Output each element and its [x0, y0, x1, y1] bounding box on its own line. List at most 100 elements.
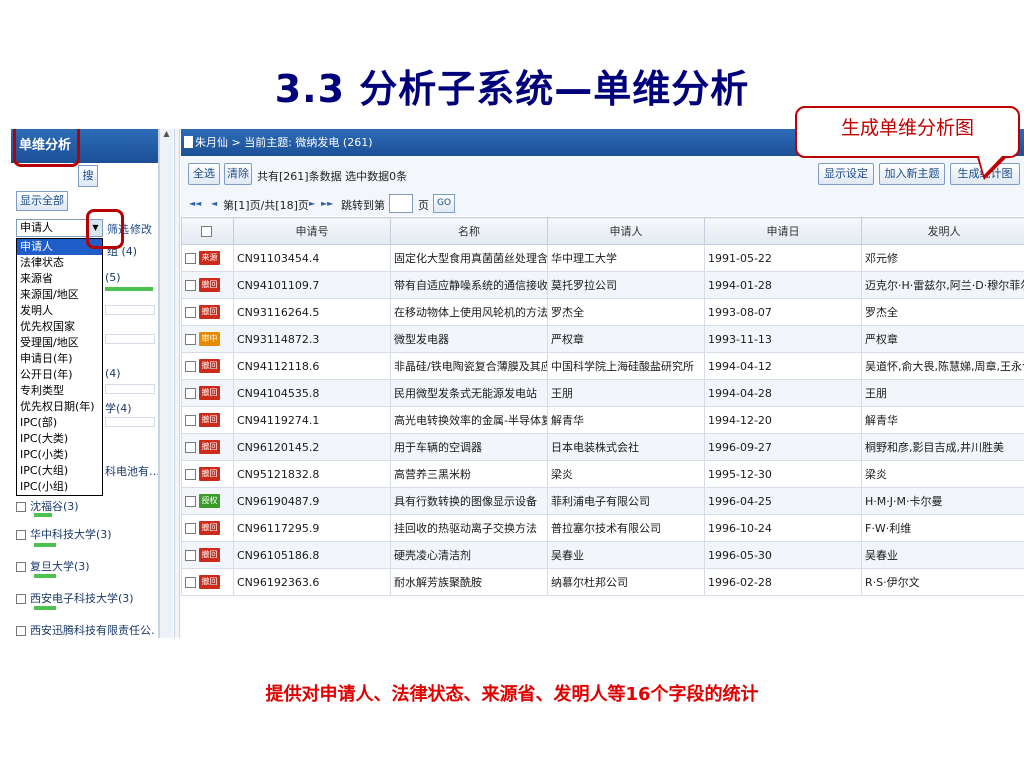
table-row[interactable]: 撤回CN94119274.1高光电转换效率的金属-半导体复合膜解青华1994-1…	[181, 406, 1024, 434]
pager: ◄◄ ◄ 第[1]页/共[18]页 ► ►► 跳转到第 页 GO	[181, 192, 1024, 216]
column-header[interactable]: 申请日	[704, 217, 862, 245]
title-cell: 非晶硅/铁电陶瓷复合薄膜及其应用	[390, 352, 548, 380]
dropdown-option[interactable]: 专利类型	[17, 383, 102, 399]
next-page-icon[interactable]: ►	[309, 199, 315, 208]
applicant-bar	[34, 513, 52, 517]
row-checkbox[interactable]	[185, 306, 196, 318]
row-checkbox[interactable]	[185, 333, 196, 345]
dropdown-option[interactable]: 法律状态	[17, 255, 102, 271]
checkbox[interactable]	[16, 530, 26, 540]
dropdown-option[interactable]: IPC(部)	[17, 415, 102, 431]
dropdown-option[interactable]: 优先权国家	[17, 319, 102, 335]
display-settings-button[interactable]: 显示设定	[818, 163, 874, 185]
dropdown-option[interactable]: IPC(小组)	[17, 479, 102, 495]
table-row[interactable]: 审中 CN93114872.3 微型发电器 严权章 1993-11-13 严权章	[181, 325, 1024, 353]
row-select-cell: 授权	[181, 487, 234, 515]
dropdown-option[interactable]: 受理国/地区	[17, 335, 102, 351]
row-select-cell: 撤回	[181, 271, 234, 299]
row-checkbox[interactable]	[185, 549, 196, 561]
table-row[interactable]: 撤回 CN93116264.5 在移动物体上使用风轮机的方法 罗杰全 1993-08-0…	[181, 298, 1024, 326]
table-row[interactable]: 来源 CN91103454.4固定化大型食用真菌菌丝处理含酚废水华中理工大学199…	[181, 244, 1024, 272]
scroll-up-icon[interactable]: ▲	[160, 129, 173, 143]
row-checkbox[interactable]	[185, 387, 196, 399]
application-number-cell: CN96120145.2	[233, 433, 391, 461]
left-scrollbar[interactable]: ▲	[159, 129, 173, 638]
show-all-button[interactable]: 显示全部	[16, 191, 68, 211]
application-number-cell: CN96105186.8	[233, 541, 391, 569]
row-checkbox[interactable]	[185, 468, 196, 480]
dropdown-option[interactable]: IPC(小类)	[17, 447, 102, 463]
list-item[interactable]: 复旦大学(3)	[16, 558, 156, 574]
applicant-cell: 普拉塞尔技术有限公司	[547, 514, 705, 542]
add-topic-button[interactable]: 加入新主题	[879, 163, 945, 185]
dropdown-option[interactable]: 来源国/地区	[17, 287, 102, 303]
table-row[interactable]: 授权 CN96190487.9 具有行数转换的图像显示设备 菲利浦电子有限公司 1996…	[181, 487, 1024, 515]
title-cell: 具有行数转换的图像显示设备	[390, 487, 548, 515]
table-row[interactable]: 撤回 CN94112118.6 非晶硅/铁电陶瓷复合薄膜及其应用 中国科学院上海硅酸盐…	[181, 352, 1024, 380]
row-select-cell: 撤回	[181, 460, 234, 488]
applicant-cell: 日本电装株式会社	[547, 433, 705, 461]
inventor-cell: 罗杰全	[861, 298, 1024, 326]
title-cell: 固定化大型食用真菌菌丝处理含酚废水	[390, 244, 548, 272]
column-header[interactable]: 申请号	[233, 217, 391, 245]
column-header[interactable]: 发明人	[861, 217, 1024, 245]
list-item[interactable]: 西安迅腾科技有限责任公…	[16, 622, 156, 638]
dropdown-option[interactable]: IPC(大组)	[17, 463, 102, 479]
panel-splitter[interactable]	[174, 129, 180, 638]
title-cell: 在移动物体上使用风轮机的方法	[390, 298, 548, 326]
select-all-button[interactable]: 全选	[188, 163, 220, 185]
go-button[interactable]: GO	[433, 194, 455, 213]
title-cell: 高光电转换效率的金属-半导体复合膜	[390, 406, 548, 434]
search-button[interactable]: 搜	[78, 165, 98, 187]
inventor-cell: 邓元修	[861, 244, 1024, 272]
table-row[interactable]: 撤回 CN96105186.8 硬壳凌心清洁剂 吴春业 1996-05-30 吴春业	[181, 541, 1024, 569]
row-checkbox[interactable]	[185, 576, 196, 588]
highlight-header	[13, 129, 80, 167]
list-item[interactable]: 西安电子科技大学(3)	[16, 590, 156, 606]
row-checkbox[interactable]	[185, 414, 196, 426]
list-item-label: 西安电子科技大学(3)	[30, 592, 134, 605]
table-row[interactable]: 撤回 CN94104535.8 民用微型发条式无能源发电站 王朋 1994-04-28 王…	[181, 379, 1024, 407]
select-all-checkbox[interactable]	[200, 226, 212, 237]
page-number-input[interactable]	[389, 194, 413, 213]
table-row[interactable]: 撤回 CN96120145.2 用于车辆的空调器 日本电装株式会社 1996-09-27…	[181, 433, 1024, 461]
checkbox[interactable]	[16, 594, 26, 604]
row-checkbox[interactable]	[185, 252, 196, 264]
application-number-cell: CN93114872.3	[233, 325, 391, 353]
checkbox[interactable]	[16, 562, 26, 572]
dropdown-option[interactable]: 公开日(年)	[17, 367, 102, 383]
checkbox[interactable]	[16, 626, 26, 636]
row-checkbox[interactable]	[185, 495, 196, 507]
dropdown-option[interactable]: IPC(大类)	[17, 431, 102, 447]
row-checkbox[interactable]	[185, 360, 196, 372]
row-checkbox[interactable]	[185, 441, 196, 453]
dropdown-option[interactable]: 申请日(年)	[17, 351, 102, 367]
checkbox[interactable]	[16, 502, 26, 512]
inventor-cell: R·S·伊尔文	[861, 568, 1024, 596]
application-number-cell: CN94101109.7	[233, 271, 391, 299]
first-page-icon[interactable]: ◄◄	[189, 199, 201, 208]
row-checkbox[interactable]	[185, 279, 196, 291]
last-page-icon[interactable]: ►►	[321, 199, 333, 208]
table-row[interactable]: 撤回 CN94101109.7 带有自适应静噪系统的通信接收机 莫托罗拉公司 1994-…	[181, 271, 1024, 299]
table-row[interactable]: 撤回 CN96117295.9 挂回收的热驱动离子交换方法 普拉塞尔技术有限公司 199…	[181, 514, 1024, 542]
dropdown-option[interactable]: 来源省	[17, 271, 102, 287]
column-header[interactable]: 申请人	[547, 217, 705, 245]
application-date-cell: 1994-12-20	[704, 406, 862, 434]
dropdown-option[interactable]: 优先权日期(年)	[17, 399, 102, 415]
status-badge: 授权	[199, 494, 220, 508]
row-checkbox[interactable]	[185, 522, 196, 534]
status-badge: 撤回	[199, 440, 220, 454]
list-item[interactable]: 华中科技大学(3)	[16, 526, 156, 542]
clear-button[interactable]: 清除	[224, 163, 252, 185]
left-item-peek: 学(4)	[105, 402, 132, 415]
table-row[interactable]: 撤回 CN96192363.6 耐水解芳族聚酰胺 纳慕尔杜邦公司 1996-02-28 R…	[181, 568, 1024, 596]
table-row[interactable]: 撤回 CN95121832.8 高营养三黑米粉 梁炎 1995-12-30 梁炎	[181, 460, 1024, 488]
modify-link[interactable]: 修改	[130, 221, 152, 237]
header-select[interactable]	[181, 217, 234, 245]
prev-page-icon[interactable]: ◄	[211, 199, 217, 208]
column-header[interactable]: 名称	[390, 217, 548, 245]
application-date-cell: 1993-08-07	[704, 298, 862, 326]
dropdown-option[interactable]: 发明人	[17, 303, 102, 319]
list-item[interactable]: 沈福谷(3)	[16, 498, 156, 514]
